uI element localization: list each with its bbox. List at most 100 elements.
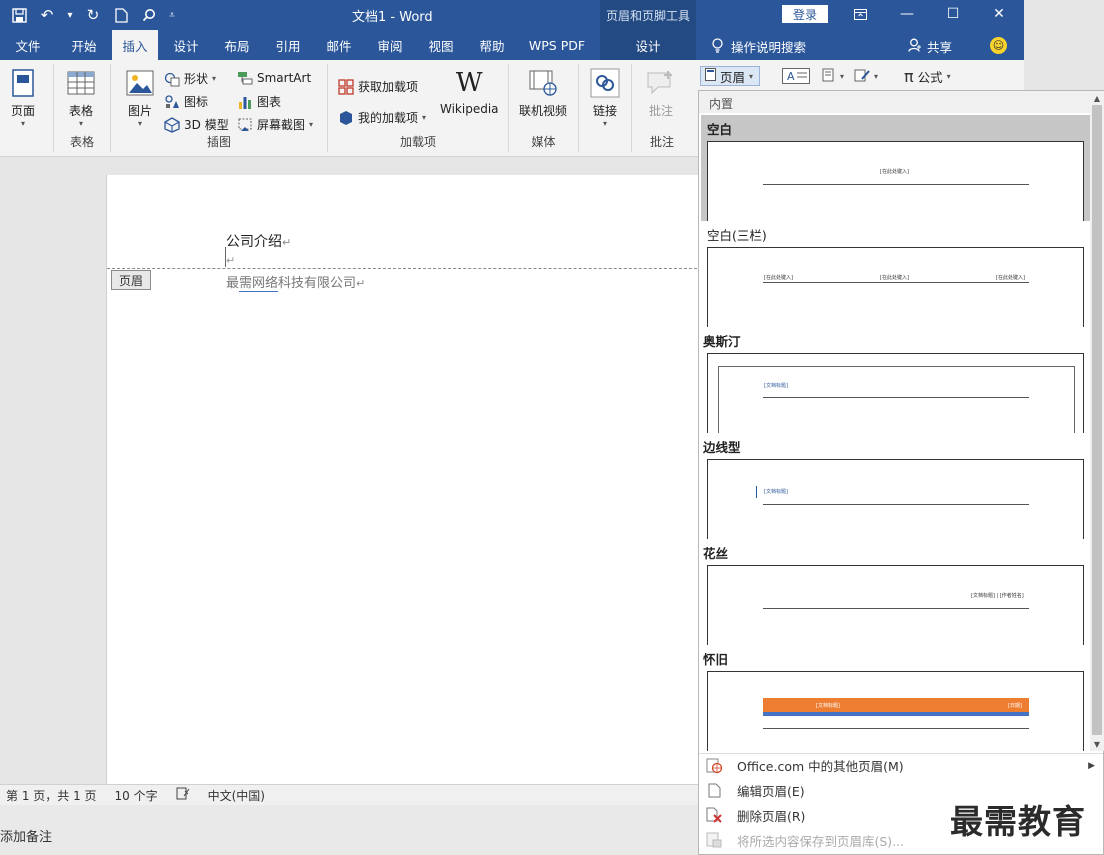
document-title: 文档1 - Word bbox=[352, 10, 433, 25]
table-dropdown-icon: ▾ bbox=[78, 119, 83, 128]
tell-me-search[interactable]: 操作说明搜索 bbox=[712, 37, 806, 56]
gallery-item-retrospect[interactable]: 怀旧 [文档标题] [日期] bbox=[701, 645, 1090, 751]
gallery-item-sideline[interactable]: 边线型 [文档标题] bbox=[701, 433, 1090, 539]
link-label: 链接 bbox=[592, 104, 617, 118]
thumb-rule bbox=[763, 184, 1029, 185]
thumb-orange-band bbox=[763, 698, 1029, 712]
gallery-item-austin[interactable]: 奥斯汀 [文档标题] bbox=[701, 327, 1090, 433]
comment-label: 批注 bbox=[648, 104, 673, 118]
menu-label: 编辑页眉(E) bbox=[737, 783, 805, 799]
new-document-icon[interactable] bbox=[110, 4, 132, 26]
gallery-thumbnail: [文档标题] bbox=[707, 353, 1084, 433]
tab-wps-pdf[interactable]: WPS PDF bbox=[522, 30, 592, 60]
gallery-thumbnail: [文档标题] bbox=[707, 459, 1084, 539]
menu-more-headers-office[interactable]: Office.com 中的其他页眉(M) ▶ bbox=[699, 753, 1103, 777]
quick-access-toolbar: ↶ ▾ ↻ ⩡ bbox=[8, 4, 178, 26]
person-icon bbox=[908, 38, 922, 55]
tab-file[interactable]: 文件 bbox=[4, 30, 52, 60]
office-globe-icon bbox=[705, 758, 723, 774]
minimize-icon[interactable]: — bbox=[892, 4, 922, 24]
3d-model-button[interactable]: 3D 模型 bbox=[164, 116, 229, 133]
chart-icon bbox=[237, 94, 253, 110]
quick-parts-button[interactable]: ▾ bbox=[822, 68, 844, 85]
picture-button[interactable]: 图片 ▾ bbox=[125, 68, 155, 128]
signature-line-button[interactable]: ▾ bbox=[854, 68, 878, 85]
quick-parts-icon bbox=[822, 68, 836, 85]
undo-dropdown-icon[interactable]: ▾ bbox=[64, 4, 76, 26]
share-button[interactable]: 共享 bbox=[908, 37, 952, 56]
equation-button[interactable]: π 公式 ▾ bbox=[904, 67, 951, 86]
gallery-item-filigree[interactable]: 花丝 [文档标题] | [作者姓名] bbox=[701, 539, 1090, 645]
tab-insert[interactable]: 插入 bbox=[112, 30, 158, 60]
icons-button[interactable]: 图标 bbox=[164, 93, 208, 110]
wikipedia-label: Wikipedia bbox=[440, 102, 499, 116]
page-count[interactable]: 第 1 页，共 1 页 bbox=[6, 787, 97, 804]
link-button[interactable]: 链接 ▾ bbox=[590, 68, 620, 128]
textbox-icon: A bbox=[782, 68, 810, 87]
document-page[interactable]: 公司介绍↵ ↵ 页眉 最需网络科技有限公司↵ bbox=[106, 175, 707, 785]
svg-text:A: A bbox=[787, 70, 795, 83]
close-icon[interactable]: ✕ bbox=[984, 4, 1014, 24]
pages-icon bbox=[8, 68, 38, 98]
online-video-button[interactable]: 联机视频 bbox=[519, 68, 567, 119]
icons-icon bbox=[164, 94, 180, 110]
login-button[interactable]: 登录 bbox=[782, 5, 828, 23]
tab-view[interactable]: 视图 bbox=[417, 30, 465, 60]
tab-layout[interactable]: 布局 bbox=[213, 30, 261, 60]
tab-design[interactable]: 设计 bbox=[162, 30, 210, 60]
smartart-button[interactable]: SmartArt bbox=[237, 70, 311, 86]
header-button[interactable]: 页眉 ▾ bbox=[700, 66, 760, 86]
gallery-item-blank-three-column[interactable]: 空白(三栏) [在此处键入] [在此处键入] [在此处键入] bbox=[701, 221, 1090, 327]
maximize-icon[interactable]: ☐ bbox=[938, 4, 968, 24]
paragraph-mark: ↵ bbox=[282, 236, 292, 249]
ribbon-display-options-icon[interactable] bbox=[845, 4, 875, 24]
scroll-down-icon[interactable]: ▼ bbox=[1090, 737, 1104, 751]
chart-button[interactable]: 图表 bbox=[237, 93, 281, 110]
wikipedia-button[interactable]: W Wikipedia bbox=[440, 68, 499, 116]
thumb-rule bbox=[763, 608, 1029, 609]
company-name-text[interactable]: 最需网络科技有限公司↵ bbox=[226, 272, 365, 292]
online-video-icon bbox=[528, 68, 558, 98]
gallery-scrollbar[interactable]: ▲ ▼ bbox=[1090, 91, 1104, 751]
textbox-button[interactable]: A bbox=[782, 68, 810, 87]
my-addins-button[interactable]: 我的加载项 ▾ bbox=[338, 109, 426, 126]
undo-icon[interactable]: ↶ bbox=[36, 4, 58, 26]
gallery-item-blank[interactable]: 空白 [在此处键入] bbox=[701, 115, 1090, 221]
my-addins-dropdown-icon: ▾ bbox=[422, 113, 427, 122]
table-button[interactable]: 表格 ▾ bbox=[66, 68, 96, 128]
pages-button[interactable]: 页面 ▾ bbox=[8, 68, 38, 128]
tab-help[interactable]: 帮助 bbox=[468, 30, 516, 60]
screenshot-button[interactable]: 屏幕截图 ▾ bbox=[237, 116, 313, 133]
customize-qat-icon[interactable]: ⩡ bbox=[166, 4, 178, 26]
picture-icon bbox=[125, 68, 155, 98]
feedback-smiley-icon[interactable]: ☺ bbox=[990, 37, 1007, 54]
gallery-item-name: 空白 bbox=[707, 122, 733, 137]
comment-button[interactable]: 批注 bbox=[646, 68, 676, 119]
header-separator bbox=[107, 268, 707, 269]
quick-parts-dropdown-icon: ▾ bbox=[840, 72, 845, 81]
tab-references[interactable]: 引用 bbox=[264, 30, 312, 60]
language-status[interactable]: 中文(中国) bbox=[208, 787, 265, 804]
word-count[interactable]: 10 个字 bbox=[115, 787, 158, 804]
company-text-underlined: 需网络 bbox=[239, 276, 279, 292]
link-dropdown-icon: ▾ bbox=[602, 119, 607, 128]
scroll-thumb[interactable] bbox=[1092, 105, 1102, 735]
comment-icon bbox=[646, 68, 676, 98]
proofing-icon[interactable] bbox=[176, 787, 190, 803]
shapes-dropdown-icon: ▾ bbox=[212, 74, 217, 83]
shapes-button[interactable]: 形状 ▾ bbox=[164, 70, 216, 87]
group-media: 联机视频 媒体 bbox=[509, 64, 579, 152]
group-tables: 表格 ▾ 表格 bbox=[54, 64, 111, 152]
tab-header-footer-design[interactable]: 设计 bbox=[600, 30, 696, 60]
submenu-arrow-icon: ▶ bbox=[1088, 760, 1095, 771]
tab-mailings[interactable]: 邮件 bbox=[315, 30, 363, 60]
tab-review[interactable]: 审阅 bbox=[366, 30, 414, 60]
tab-home[interactable]: 开始 bbox=[60, 30, 108, 60]
scroll-up-icon[interactable]: ▲ bbox=[1090, 91, 1104, 105]
search-icon[interactable] bbox=[138, 4, 160, 26]
redo-icon[interactable]: ↻ bbox=[82, 4, 104, 26]
add-note-label[interactable]: 添加备注 bbox=[0, 826, 52, 845]
save-icon[interactable] bbox=[8, 4, 30, 26]
get-addins-label: 获取加载项 bbox=[358, 80, 419, 94]
get-addins-button[interactable]: 获取加载项 bbox=[338, 78, 418, 95]
